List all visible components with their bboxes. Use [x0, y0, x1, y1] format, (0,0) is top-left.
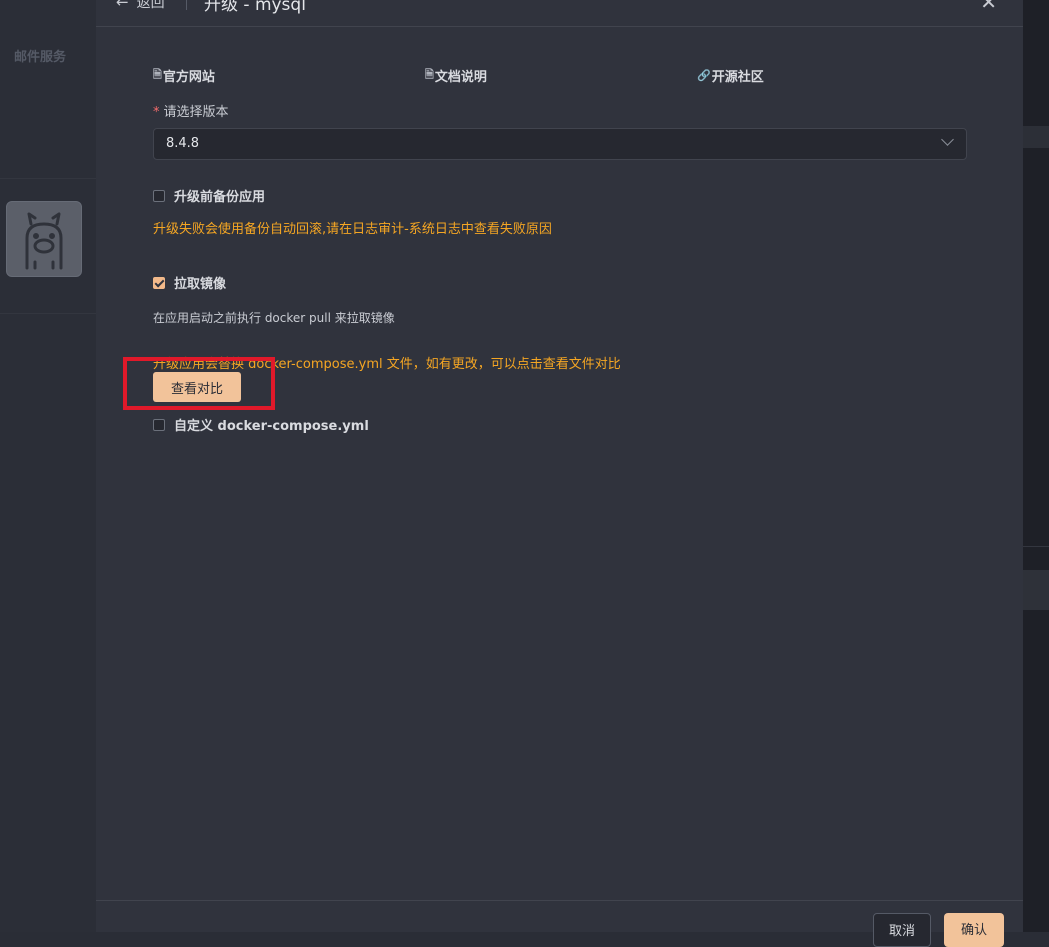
community-link[interactable]: 🔗 开源社区: [697, 66, 764, 85]
custom-compose-checkbox-label: 自定义 docker-compose.yml: [174, 419, 369, 434]
backup-warning: 升级失败会使用备份自动回滚,请在日志审计-系统日志中查看失败原因: [153, 222, 552, 237]
pull-image-checkbox-row[interactable]: 拉取镜像: [153, 273, 226, 292]
background-page-edge: [1023, 0, 1049, 932]
link-label: 文档说明: [434, 70, 487, 85]
pull-image-checkbox[interactable]: [153, 276, 165, 289]
header-divider: [186, 0, 187, 10]
upgrade-drawer: ← 返回 升级 - mysql ✕ 🗎 官方网站 🗎 文档说明 🔗 开源社区 *…: [96, 0, 1023, 947]
document-icon: 🗎: [425, 68, 434, 81]
version-select-value: 8.4.8: [166, 136, 200, 151]
background-row: [1023, 570, 1049, 610]
official-website-link[interactable]: 🗎 官方网站: [153, 66, 215, 85]
pull-image-hint: 在应用启动之前执行 docker pull 来拉取镜像: [153, 311, 395, 325]
link-icon: 🔗: [697, 69, 711, 82]
cancel-button[interactable]: 取消: [873, 913, 931, 947]
drawer-header: ← 返回 升级 - mysql ✕: [96, 0, 1023, 27]
chevron-down-icon: [941, 133, 954, 146]
version-label: * 请选择版本: [153, 101, 229, 120]
version-label-text: 请选择版本: [163, 105, 229, 120]
close-icon[interactable]: ✕: [980, 0, 997, 14]
custom-compose-checkbox-row[interactable]: 自定义 docker-compose.yml: [153, 415, 369, 434]
link-label: 开源社区: [711, 70, 764, 85]
drawer-footer: 取消 确认: [96, 900, 1023, 947]
divider: [0, 178, 96, 179]
background-sidebar: 邮件服务: [0, 0, 96, 932]
sidebar-item-mail-service: 邮件服务: [14, 50, 67, 65]
back-button[interactable]: ← 返回: [116, 0, 165, 12]
background-row: [1023, 126, 1049, 148]
confirm-button[interactable]: 确认: [944, 913, 1004, 947]
pull-image-checkbox-label: 拉取镜像: [174, 277, 227, 292]
document-icon: 🗎: [153, 68, 162, 81]
backup-checkbox-row[interactable]: 升级前备份应用: [153, 186, 265, 205]
back-label: 返回: [136, 0, 165, 11]
arrow-left-icon: ←: [116, 0, 129, 11]
version-select[interactable]: 8.4.8: [153, 128, 967, 160]
compose-warning: 升级应用会替换 docker-compose.yml 文件，如有更改，可以点击查…: [153, 357, 621, 372]
link-label: 官方网站: [162, 70, 215, 85]
drawer-title: 升级 - mysql: [204, 0, 306, 15]
divider: [1023, 546, 1049, 547]
backup-checkbox-label: 升级前备份应用: [174, 190, 266, 205]
view-diff-button[interactable]: 查看对比: [153, 372, 241, 402]
documentation-link[interactable]: 🗎 文档说明: [425, 66, 487, 85]
required-mark: *: [153, 105, 160, 120]
app-links: 🗎 官方网站 🗎 文档说明 🔗 开源社区: [153, 66, 953, 86]
divider: [0, 313, 96, 314]
llama-icon: [6, 201, 82, 277]
custom-compose-checkbox[interactable]: [153, 418, 165, 431]
backup-checkbox[interactable]: [153, 189, 165, 202]
